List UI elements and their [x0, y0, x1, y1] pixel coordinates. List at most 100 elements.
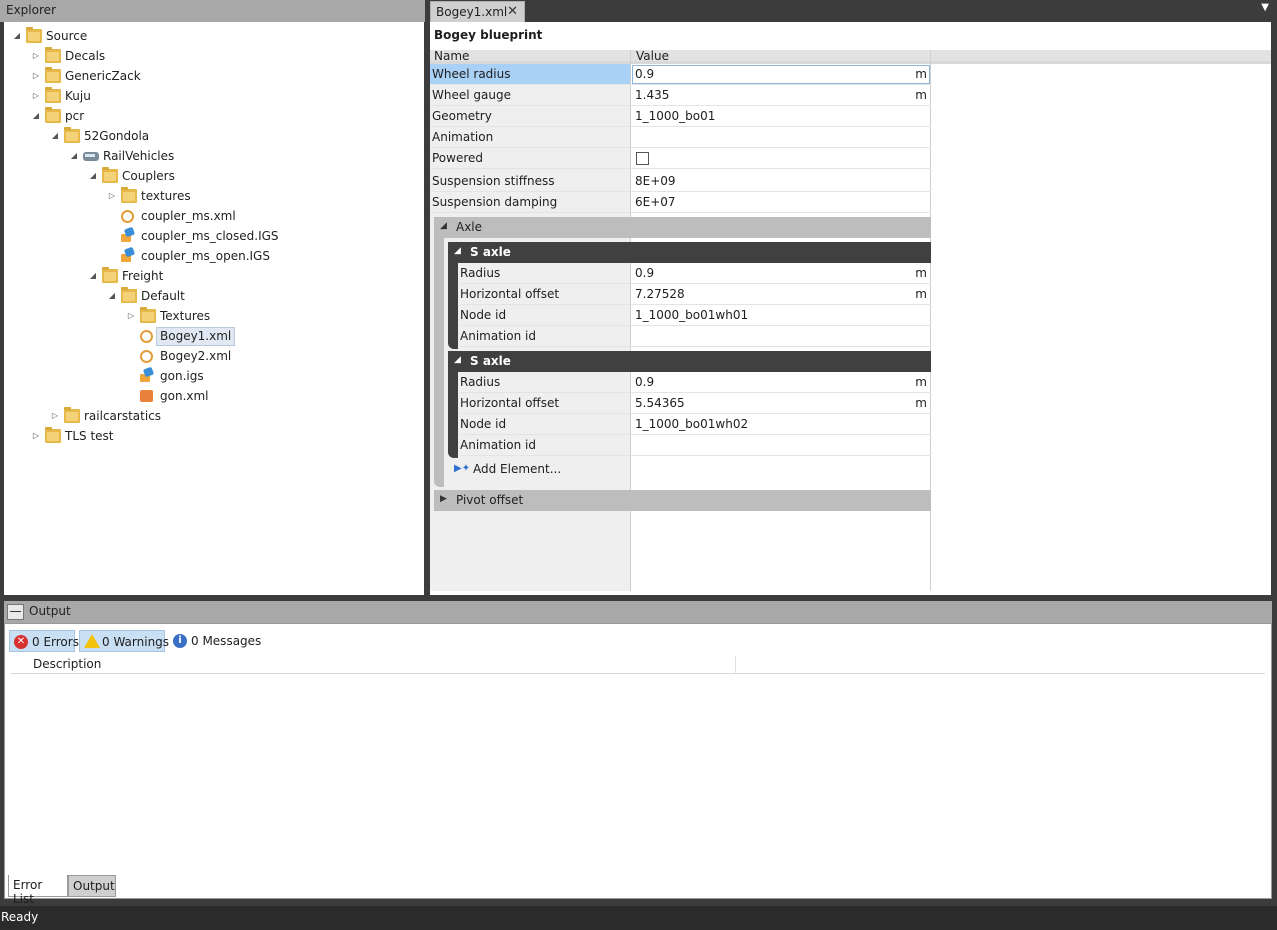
- tab-bogey1-xml[interactable]: Bogey1.xml ✕: [430, 1, 525, 22]
- tree-item[interactable]: ◢ RailVehicles: [4, 146, 414, 166]
- property-value[interactable]: 0.9: [635, 375, 654, 389]
- property-value[interactable]: 0.9: [635, 67, 654, 81]
- property-row[interactable]: Horizontal offset 5.54365 m: [460, 393, 931, 414]
- property-row[interactable]: Horizontal offset 7.27528 m: [460, 284, 931, 305]
- xml-file-icon: [121, 210, 134, 223]
- pivot-offset-group-header[interactable]: ▶ Pivot offset: [434, 490, 931, 511]
- collapsed-arrow-icon[interactable]: ▷: [31, 86, 41, 106]
- collapsed-arrow-icon[interactable]: ▷: [31, 46, 41, 66]
- tree-item[interactable]: Bogey1.xml: [4, 326, 414, 346]
- explorer-tree[interactable]: ◢ Source ▷ Decals ▷ GenericZack ▷ Kuju ◢ pcr ◢ 52Go…: [4, 22, 424, 595]
- tree-item[interactable]: ▷ TLS test: [4, 426, 414, 446]
- column-header-value[interactable]: Value: [636, 49, 669, 63]
- axle-element-header[interactable]: ◢ S axle: [448, 351, 931, 372]
- filter-info-button[interactable]: i 0 Messages: [169, 630, 261, 652]
- filter-error-button[interactable]: ✕ 0 Errors: [9, 630, 79, 652]
- tree-item[interactable]: ▷ Kuju: [4, 86, 414, 106]
- tree-item[interactable]: ▷ Decals: [4, 46, 414, 66]
- property-row[interactable]: Powered: [430, 148, 931, 169]
- property-value[interactable]: 6E+07: [635, 195, 676, 209]
- property-value[interactable]: 1_1000_bo01wh02: [635, 417, 748, 431]
- expanded-arrow-icon[interactable]: ◢: [88, 266, 98, 286]
- tree-item[interactable]: gon.igs: [4, 366, 414, 386]
- axle-element-header[interactable]: ◢ S axle: [448, 242, 931, 263]
- property-value[interactable]: 7.27528: [635, 287, 685, 301]
- property-row[interactable]: Radius 0.9 m: [460, 263, 931, 284]
- tree-item[interactable]: coupler_ms_open.IGS: [4, 246, 414, 266]
- collapsed-arrow-icon[interactable]: ▷: [126, 306, 136, 326]
- property-value[interactable]: 5.54365: [635, 396, 685, 410]
- tree-item[interactable]: coupler_ms.xml: [4, 206, 414, 226]
- property-row[interactable]: Suspension stiffness 8E+09: [430, 171, 931, 192]
- property-row[interactable]: Animation id: [460, 326, 931, 347]
- tree-item-label: Default: [141, 289, 185, 303]
- property-editor: Bogey blueprint Name Value Wheel radius 0…: [430, 22, 1271, 595]
- property-value[interactable]: 1.435: [635, 88, 669, 102]
- column-divider: [735, 656, 736, 674]
- tree-item[interactable]: ▷ Textures: [4, 306, 414, 326]
- property-row[interactable]: Wheel radius 0.9 m: [430, 64, 931, 85]
- blueprint-xml-icon: [140, 390, 153, 402]
- property-name: Animation: [432, 130, 494, 144]
- column-header-description[interactable]: Description: [33, 657, 101, 671]
- tree-item[interactable]: ◢ Freight: [4, 266, 414, 286]
- status-text: Ready: [1, 910, 39, 924]
- collapsed-arrow-icon[interactable]: ▷: [31, 66, 41, 86]
- powered-checkbox[interactable]: [636, 152, 649, 165]
- xml-file-icon: [140, 350, 153, 363]
- property-unit: m: [915, 375, 927, 389]
- grid-column-header: Name Value: [430, 49, 1271, 64]
- tree-item[interactable]: ▷ textures: [4, 186, 414, 206]
- tree-item[interactable]: ◢ Source: [4, 26, 414, 46]
- property-row[interactable]: Animation id: [460, 435, 931, 456]
- property-row[interactable]: Animation: [430, 127, 931, 148]
- tree-item[interactable]: ◢ 52Gondola: [4, 126, 414, 146]
- chevron-down-icon[interactable]: ▼: [1261, 2, 1269, 13]
- axle-element-label: S axle: [470, 354, 511, 368]
- property-row[interactable]: Suspension damping 6E+07: [430, 192, 931, 213]
- column-header-name[interactable]: Name: [434, 49, 469, 63]
- property-value[interactable]: 8E+09: [635, 174, 676, 188]
- property-row[interactable]: Wheel gauge 1.435 m: [430, 85, 931, 106]
- tree-item[interactable]: gon.xml: [4, 386, 414, 406]
- expanded-arrow-icon[interactable]: ◢: [440, 221, 447, 231]
- expanded-arrow-icon[interactable]: ◢: [88, 166, 98, 186]
- blueprint-title: Bogey blueprint: [434, 28, 543, 42]
- expanded-arrow-icon[interactable]: ◢: [107, 286, 117, 306]
- tree-item[interactable]: ▷ GenericZack: [4, 66, 414, 86]
- expanded-arrow-icon[interactable]: ◢: [454, 355, 461, 365]
- status-bar: Ready: [0, 906, 1277, 930]
- expanded-arrow-icon[interactable]: ◢: [69, 146, 79, 166]
- expanded-arrow-icon[interactable]: ◢: [454, 246, 461, 256]
- wheel-radius-input[interactable]: [632, 65, 930, 84]
- filter-warning-button[interactable]: 0 Warnings: [79, 630, 169, 652]
- collapsed-arrow-icon[interactable]: ▷: [50, 406, 60, 426]
- tree-item[interactable]: ▷ railcarstatics: [4, 406, 414, 426]
- tree-item[interactable]: ◢ Couplers: [4, 166, 414, 186]
- property-value[interactable]: 0.9: [635, 266, 654, 280]
- collapsed-arrow-icon[interactable]: ▷: [107, 186, 117, 206]
- expanded-arrow-icon[interactable]: ◢: [12, 26, 22, 46]
- expanded-arrow-icon[interactable]: ◢: [50, 126, 60, 146]
- axle-group-header[interactable]: ◢ Axle: [434, 217, 931, 238]
- close-icon[interactable]: ✕: [507, 4, 518, 19]
- property-row[interactable]: Node id 1_1000_bo01wh01: [460, 305, 931, 326]
- tree-item[interactable]: coupler_ms_closed.IGS: [4, 226, 414, 246]
- property-row[interactable]: Geometry 1_1000_bo01: [430, 106, 931, 127]
- collapse-button[interactable]: —: [7, 604, 24, 620]
- tab-output[interactable]: Output: [68, 875, 116, 897]
- expanded-arrow-icon[interactable]: ◢: [31, 106, 41, 126]
- tree-item[interactable]: ◢ pcr: [4, 106, 414, 126]
- property-value[interactable]: 1_1000_bo01wh01: [635, 308, 748, 322]
- tree-item[interactable]: ◢ Default: [4, 286, 414, 306]
- error-icon: ✕: [14, 635, 28, 649]
- property-row[interactable]: Node id 1_1000_bo01wh02: [460, 414, 931, 435]
- property-row[interactable]: Radius 0.9 m: [460, 372, 931, 393]
- collapsed-arrow-icon[interactable]: ▷: [31, 426, 41, 446]
- property-value[interactable]: 1_1000_bo01: [635, 109, 715, 123]
- collapsed-arrow-icon[interactable]: ▶: [440, 494, 447, 504]
- tree-item[interactable]: Bogey2.xml: [4, 346, 414, 366]
- property-name: Animation id: [460, 329, 536, 343]
- tab-error-list[interactable]: Error List: [8, 875, 68, 906]
- rail-vehicle-icon: [83, 152, 99, 161]
